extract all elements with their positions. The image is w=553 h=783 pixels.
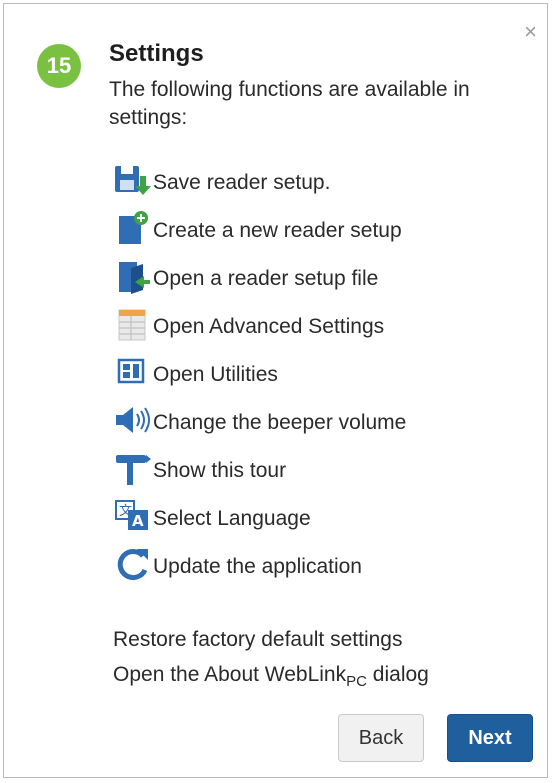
svg-text:A: A xyxy=(132,512,144,530)
dialog-subtitle: The following functions are available in… xyxy=(109,78,470,129)
utilities-icon xyxy=(113,354,153,390)
list-item-advanced-settings: Open Advanced Settings xyxy=(113,306,384,342)
settings-table-icon xyxy=(113,306,153,342)
list-item-utilities: Open Utilities xyxy=(113,354,278,390)
dialog-title: Settings xyxy=(109,40,204,67)
about-dialog-text: Open the About WebLinkPC dialog xyxy=(113,663,429,690)
list-item-open-setup: Open a reader setup file xyxy=(113,258,378,294)
tour-dialog: × 15 Settings The following functions ar… xyxy=(3,3,548,778)
back-button[interactable]: Back xyxy=(338,714,424,762)
next-button[interactable]: Next xyxy=(447,714,533,762)
new-file-icon xyxy=(113,210,153,246)
close-icon[interactable]: × xyxy=(524,21,537,43)
save-icon xyxy=(113,162,153,198)
list-item-new-setup: Create a new reader setup xyxy=(113,210,402,246)
list-item-select-language: 文 A Select Language xyxy=(113,498,311,534)
list-item-show-tour: Show this tour xyxy=(113,450,286,486)
signpost-icon xyxy=(113,450,153,486)
list-item-beeper-volume: Change the beeper volume xyxy=(113,402,406,438)
refresh-icon xyxy=(113,546,153,582)
restore-defaults-text: Restore factory default settings xyxy=(113,628,403,651)
list-item-save: Save reader setup. xyxy=(113,162,330,198)
step-badge: 15 xyxy=(37,44,81,88)
language-icon: 文 A xyxy=(113,498,153,534)
speaker-volume-icon xyxy=(113,402,153,438)
list-item-update-app: Update the application xyxy=(113,546,362,582)
open-file-icon xyxy=(113,258,153,294)
